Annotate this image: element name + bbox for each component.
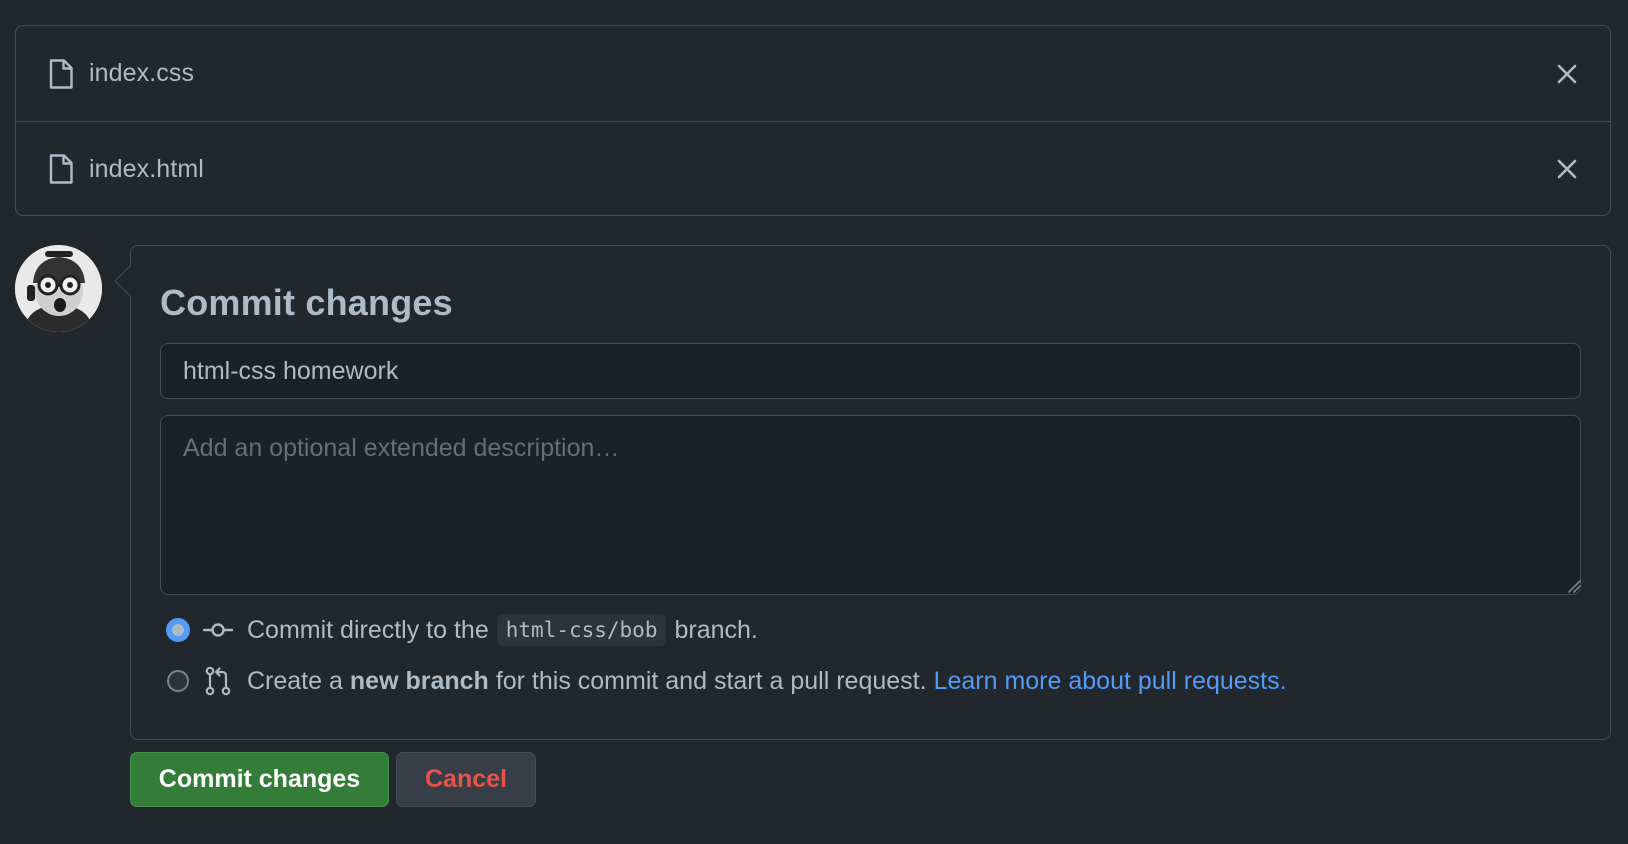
commit-changes-button[interactable]: Commit changes bbox=[130, 752, 389, 807]
file-icon bbox=[48, 58, 74, 90]
cancel-button[interactable]: Cancel bbox=[396, 752, 536, 807]
commit-direct-text-prefix: Commit directly to the bbox=[247, 615, 489, 644]
new-branch-text-prefix: Create a bbox=[247, 666, 343, 695]
commit-title: Commit changes bbox=[160, 282, 453, 323]
git-commit-icon bbox=[203, 615, 233, 645]
avatar-image bbox=[15, 245, 102, 332]
file-name: index.css bbox=[89, 59, 195, 87]
new-branch-text-middle: for this commit and start a pull request… bbox=[495, 666, 927, 695]
commit-direct-text-suffix: branch. bbox=[674, 615, 758, 644]
panel-caret bbox=[114, 265, 146, 297]
new-branch-text-bold: new branch bbox=[349, 666, 489, 695]
commit-panel: Commit changes Commit directly to the ht… bbox=[114, 245, 1611, 740]
commit-direct-option[interactable]: Commit directly to the html-css/bob bran… bbox=[167, 614, 758, 646]
file-name: index.html bbox=[89, 154, 204, 183]
commit-direct-radio[interactable] bbox=[167, 619, 189, 641]
commit-description-input[interactable] bbox=[160, 415, 1581, 595]
branch-name: html-css/bob bbox=[496, 614, 667, 646]
close-icon bbox=[1557, 159, 1577, 179]
file-row-index-css: index.css bbox=[16, 26, 1610, 121]
remove-file-button[interactable] bbox=[1554, 156, 1580, 182]
resize-handle-icon[interactable] bbox=[1567, 579, 1581, 593]
learn-more-pull-requests-link[interactable]: Learn more about pull requests. bbox=[934, 667, 1287, 696]
close-icon bbox=[1557, 64, 1577, 83]
remove-file-button[interactable] bbox=[1554, 61, 1580, 87]
new-branch-option[interactable]: Create a new branch for this commit and … bbox=[167, 666, 1287, 696]
file-row-index-html: index.html bbox=[16, 121, 1610, 216]
file-icon bbox=[48, 153, 74, 185]
new-branch-radio[interactable] bbox=[167, 670, 189, 692]
commit-summary-input[interactable] bbox=[160, 343, 1581, 399]
file-list: index.css index.html bbox=[15, 25, 1611, 216]
avatar[interactable] bbox=[15, 245, 102, 332]
git-pull-request-icon bbox=[203, 666, 233, 696]
